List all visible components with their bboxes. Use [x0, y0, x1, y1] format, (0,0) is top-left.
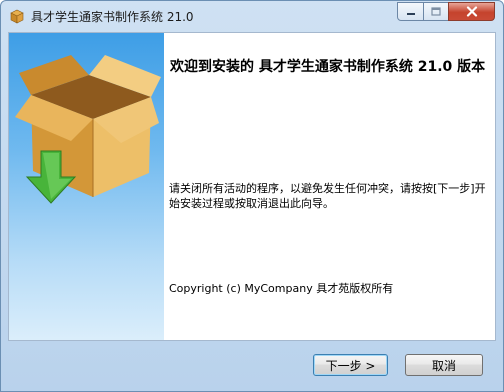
close-icon: [466, 6, 477, 17]
minimize-icon: [406, 12, 415, 15]
minimize-button[interactable]: [397, 2, 424, 21]
next-button[interactable]: 下一步 >: [313, 354, 388, 376]
window-title: 具才学生通家书制作系统 21.0: [31, 10, 194, 24]
maximize-button[interactable]: [423, 2, 449, 21]
title-bar: 具才学生通家书制作系统 21.0: [1, 1, 503, 31]
box-download-icon: [15, 55, 161, 204]
copyright-text: Copyright (c) MyCompany 具才苑版权所有: [169, 282, 394, 295]
package-icon: [10, 9, 24, 24]
wizard-content: 欢迎到安装的 具才学生通家书制作系统 21.0 版本 请关闭所有活动的程序，以避…: [8, 32, 496, 341]
wizard-footer: 下一步 > 取消: [1, 342, 503, 391]
welcome-heading: 欢迎到安装的 具才学生通家书制作系统 21.0 版本: [170, 59, 486, 75]
installer-window: 具才学生通家书制作系统 21.0 欢迎到安装的 具才学生通家书制作系统 21.0…: [0, 0, 504, 392]
wizard-banner: [9, 33, 164, 340]
close-button[interactable]: [448, 2, 495, 21]
cancel-button[interactable]: 取消: [405, 354, 483, 376]
welcome-panel: 欢迎到安装的 具才学生通家书制作系统 21.0 版本 请关闭所有活动的程序，以避…: [164, 33, 495, 340]
maximize-icon: [431, 7, 441, 16]
instructions-text: 请关闭所有活动的程序，以避免发生任何冲突，请按按[下一步]开始安装过程或按取消退…: [169, 182, 486, 210]
